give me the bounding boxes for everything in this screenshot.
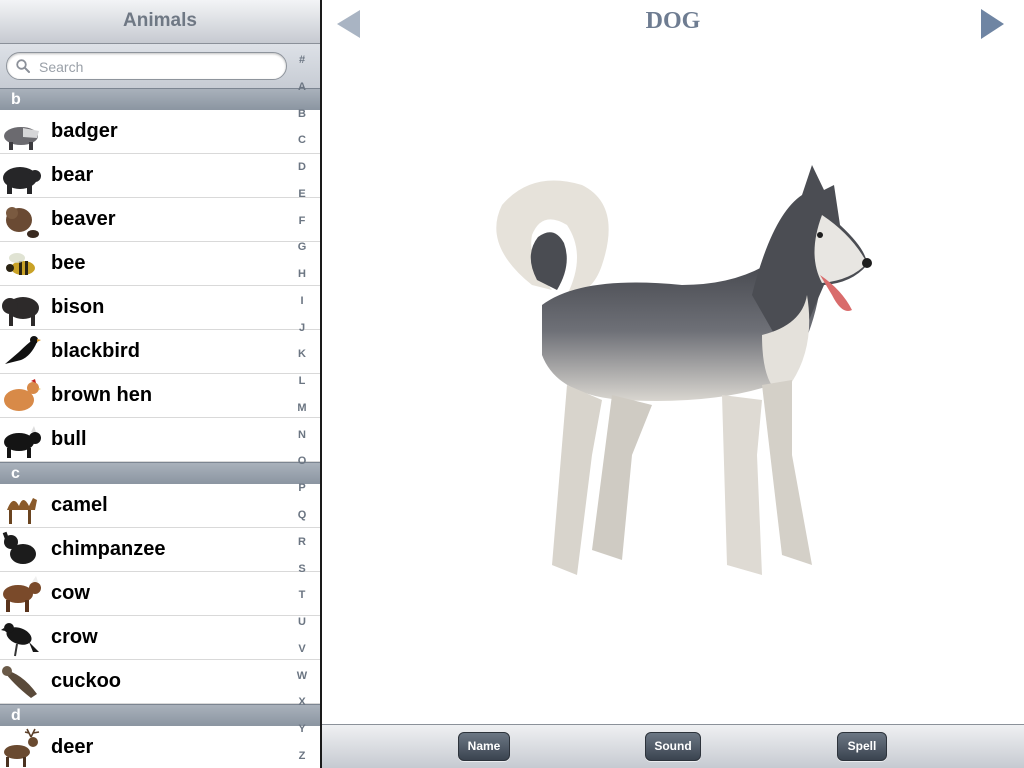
blackbird-icon xyxy=(5,336,41,364)
bull-icon xyxy=(4,426,41,458)
list-item-label: brown hen xyxy=(51,384,153,406)
crow-icon xyxy=(1,623,39,657)
list-item-bull[interactable]: bull xyxy=(0,418,320,462)
name-button[interactable]: Name xyxy=(458,732,510,761)
cow-icon xyxy=(3,576,41,612)
beaver-icon xyxy=(6,207,39,238)
index-letter[interactable]: T xyxy=(299,589,306,601)
list-item-camel[interactable]: camel xyxy=(0,484,320,528)
detail-pane: DOG Name Sound Spell xyxy=(322,0,1024,768)
list-item-cow[interactable]: cow xyxy=(0,572,320,616)
section-header-b: b xyxy=(0,88,320,110)
index-letter[interactable]: K xyxy=(298,348,306,360)
list-item-label: bull xyxy=(51,428,87,450)
list-item-bison[interactable]: bison xyxy=(0,286,320,330)
dog-illustration xyxy=(496,165,872,575)
deer-icon xyxy=(4,728,40,767)
index-letter[interactable]: A xyxy=(298,81,306,93)
index-letter[interactable]: S xyxy=(298,563,305,575)
list-item-deer[interactable]: deer xyxy=(0,726,320,768)
index-letter[interactable]: B xyxy=(298,108,306,120)
search-input[interactable] xyxy=(37,56,281,78)
list-item-label: bee xyxy=(51,252,86,274)
list-item-label: camel xyxy=(51,494,108,516)
section-index[interactable]: # A B C D E F G H I J K L M N O P Q R S T U V W X Y Z xyxy=(290,54,314,762)
search-icon xyxy=(16,59,30,73)
index-letter[interactable]: D xyxy=(298,161,306,173)
next-arrow-icon[interactable] xyxy=(979,8,1005,40)
sidebar: Animals b badger bear beaver bee xyxy=(0,0,320,768)
spell-button[interactable]: Spell xyxy=(837,732,887,761)
list-item-crow[interactable]: crow xyxy=(0,616,320,660)
list-item-label: cuckoo xyxy=(51,670,122,692)
section-header-c: c xyxy=(0,462,320,484)
index-letter[interactable]: V xyxy=(298,643,305,655)
index-letter[interactable]: U xyxy=(298,616,306,628)
list-item-chimpanzee[interactable]: chimpanzee xyxy=(0,528,320,572)
section-header-d: d xyxy=(0,704,320,726)
index-letter[interactable]: Q xyxy=(298,509,307,521)
cuckoo-icon xyxy=(2,666,37,698)
search-bar xyxy=(0,44,320,88)
index-letter[interactable]: C xyxy=(298,134,306,146)
list-item-bee[interactable]: bee xyxy=(0,242,320,286)
list-item-label: beaver xyxy=(51,208,116,230)
index-letter[interactable]: W xyxy=(297,670,307,682)
search-field[interactable] xyxy=(6,52,287,80)
list-item-label: deer xyxy=(51,736,94,758)
index-letter[interactable]: E xyxy=(298,188,305,200)
animal-title: DOG xyxy=(645,8,701,34)
index-letter[interactable]: H xyxy=(298,268,306,280)
index-letter[interactable]: J xyxy=(299,322,305,334)
list-item-cuckoo[interactable]: cuckoo xyxy=(0,660,320,704)
list-item-label: bear xyxy=(51,164,94,186)
chimpanzee-icon xyxy=(2,531,36,564)
index-letter[interactable]: # xyxy=(299,54,305,66)
index-letter[interactable]: F xyxy=(299,215,306,227)
bear-icon xyxy=(3,167,41,194)
animal-list: b badger bear beaver bee bison blackbird… xyxy=(0,88,320,768)
hen-icon xyxy=(4,379,41,411)
bottom-toolbar: Name Sound Spell xyxy=(322,724,1024,768)
index-letter[interactable]: R xyxy=(298,536,306,548)
sound-button[interactable]: Sound xyxy=(645,732,701,761)
list-item-label: blackbird xyxy=(51,340,140,362)
camel-icon xyxy=(7,498,37,524)
index-letter[interactable]: Z xyxy=(299,750,306,762)
index-letter[interactable]: I xyxy=(300,295,303,307)
index-letter[interactable]: N xyxy=(298,429,306,441)
index-letter[interactable]: G xyxy=(298,241,307,253)
list-item-label: crow xyxy=(51,626,98,648)
index-letter[interactable]: Y xyxy=(298,723,305,735)
list-item-blackbird[interactable]: blackbird xyxy=(0,330,320,374)
badger-icon xyxy=(4,127,39,150)
index-letter[interactable]: X xyxy=(298,696,305,708)
list-item-brown-hen[interactable]: brown hen xyxy=(0,374,320,418)
list-item-label: badger xyxy=(51,120,118,142)
list-item-label: bison xyxy=(51,296,105,318)
list-item-label: chimpanzee xyxy=(51,538,166,560)
index-letter[interactable]: M xyxy=(297,402,306,414)
bee-icon xyxy=(6,253,35,275)
bison-icon xyxy=(2,297,39,326)
index-letter[interactable]: P xyxy=(298,482,305,494)
list-item-beaver[interactable]: beaver xyxy=(0,198,320,242)
list-item-label: cow xyxy=(51,582,90,604)
index-letter[interactable]: L xyxy=(299,375,306,387)
list-item-bear[interactable]: bear xyxy=(0,154,320,198)
index-letter[interactable]: O xyxy=(298,455,307,467)
list-item-badger[interactable]: badger xyxy=(0,110,320,154)
sidebar-title: Animals xyxy=(0,0,320,44)
